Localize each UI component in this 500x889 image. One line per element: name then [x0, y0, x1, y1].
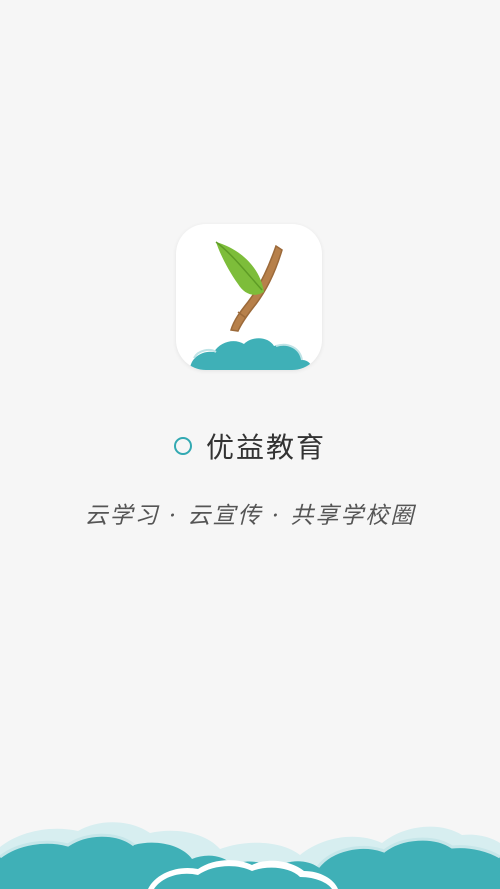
circle-outline-icon — [173, 437, 192, 455]
app-name: 优益教育 — [205, 431, 326, 464]
cloud-decoration-icon — [0, 822, 500, 889]
app-title-row: 优益教育 — [0, 426, 500, 466]
app-slogan: 云学习 · 云宣传 · 共享学校圈 — [84, 503, 416, 529]
app-logo-icon — [176, 224, 322, 370]
splash-screen: 优益教育 云学习 · 云宣传 · 共享学校圈 — [0, 0, 500, 889]
y-sprout-logo-icon — [190, 241, 312, 370]
